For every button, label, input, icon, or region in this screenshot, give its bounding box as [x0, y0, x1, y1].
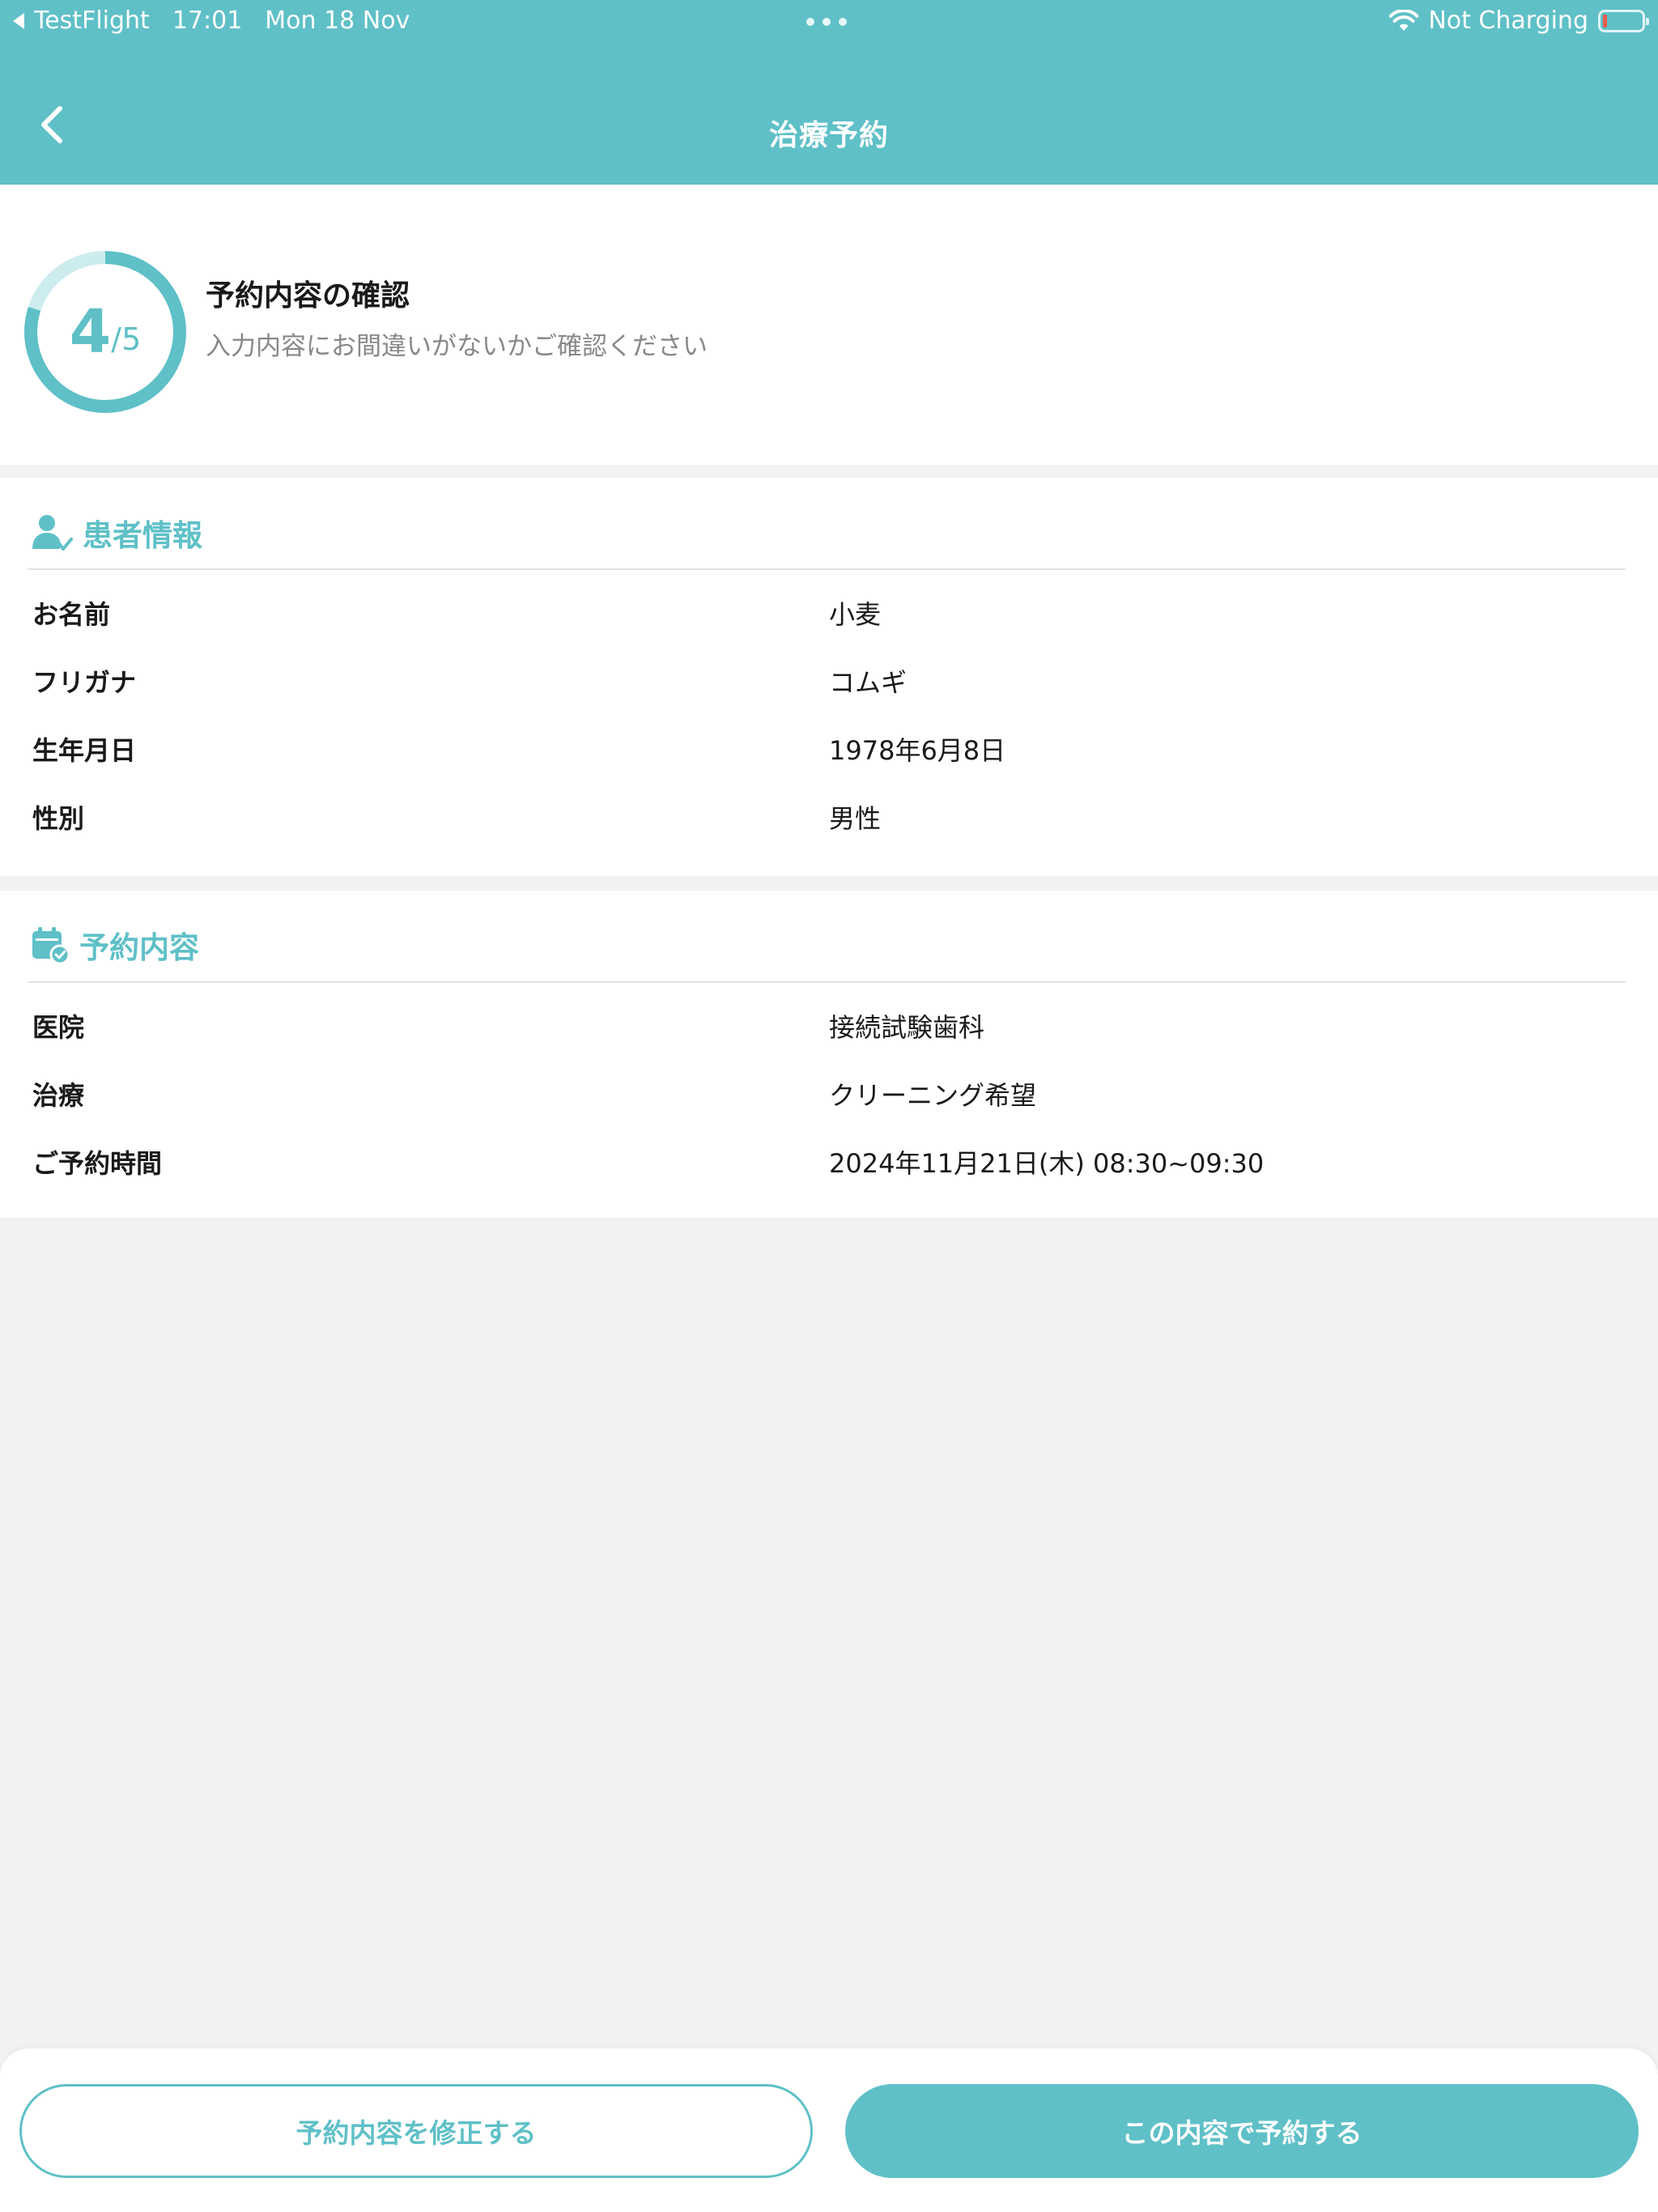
row-value: 2024年11月21日(木) 08:30~09:30 [829, 1148, 1265, 1179]
patient-info-rows: お名前 小麦 フリガナ コムギ 生年月日 1978年6月8日 性別 男性 [0, 576, 1658, 849]
footer-action-bar: 予約内容を修正する この内容で予約する [0, 2048, 1658, 2212]
back-to-app-link[interactable]: TestFlight [13, 0, 150, 42]
info-row-furigana: フリガナ コムギ [0, 644, 1658, 713]
progress-total: 5 [121, 321, 142, 357]
row-value: 接続試験歯科 [829, 1012, 985, 1043]
status-time: 17:01 [172, 6, 243, 35]
reservation-header: 予約内容 [29, 923, 199, 967]
step-title: 予約内容の確認 [206, 279, 410, 313]
reservation-card: 予約内容 医院 接続試験歯科 治療 クリーニング希望 ご予約時間 2024年11… [0, 891, 1658, 1218]
reservation-title: 予約内容 [79, 930, 199, 965]
status-date: Mon 18 Nov [265, 6, 410, 35]
reservation-rows: 医院 接続試験歯科 治療 クリーニング希望 ご予約時間 2024年11月21日(… [0, 989, 1658, 1193]
info-row-time: ご予約時間 2024年11月21日(木) 08:30~09:30 [0, 1125, 1658, 1193]
row-value: 男性 [829, 803, 882, 834]
info-row-treatment: 治療 クリーニング希望 [0, 1057, 1658, 1125]
row-label: フリガナ [32, 667, 137, 698]
patient-info-title: 患者情報 [83, 518, 202, 553]
info-row-clinic: 医院 接続試験歯科 [0, 989, 1658, 1057]
patient-info-card: 患者情報 お名前 小麦 フリガナ コムギ 生年月日 1978年6月8日 性別 男… [0, 478, 1658, 876]
patient-icon [32, 515, 73, 551]
app-header: TestFlight 17:01 Mon 18 Nov Not Charging… [0, 0, 1658, 185]
row-value: コムギ [829, 667, 908, 698]
wifi-icon [1389, 10, 1419, 31]
calendar-check-icon [32, 927, 70, 965]
page-title: 治療予約 [768, 119, 889, 152]
row-label: 性別 [32, 803, 85, 834]
status-bar: TestFlight 17:01 Mon 18 Nov Not Charging [0, 0, 1658, 42]
row-label: 生年月日 [32, 735, 137, 766]
confirm-reservation-button[interactable]: この内容で予約する [845, 2084, 1639, 2178]
back-app-label: TestFlight [34, 6, 150, 35]
back-triangle-icon [13, 13, 24, 29]
info-row-name: お名前 小麦 [0, 576, 1658, 644]
charging-status: Not Charging [1428, 6, 1588, 35]
progress-section: 4 / 5 予約内容の確認 入力内容にお間違いがないかご確認ください [0, 185, 1658, 465]
progress-slash: / [111, 321, 122, 357]
patient-info-header: 患者情報 [29, 510, 202, 555]
info-row-gender: 性別 男性 [0, 781, 1658, 849]
divider [28, 981, 1626, 983]
row-label: 医院 [32, 1012, 85, 1043]
row-label: ご予約時間 [32, 1148, 163, 1179]
battery-icon [1598, 10, 1649, 32]
multitasking-dots-icon[interactable] [806, 18, 847, 26]
progress-current: 4 [69, 297, 112, 367]
progress-ring-label: 4 / 5 [23, 249, 188, 415]
info-row-birthdate: 生年月日 1978年6月8日 [0, 713, 1658, 781]
divider [28, 568, 1626, 570]
row-value: クリーニング希望 [829, 1080, 1037, 1111]
status-right: Not Charging [1389, 0, 1649, 42]
row-value: 小麦 [829, 599, 882, 630]
edit-reservation-button[interactable]: 予約内容を修正する [19, 2084, 813, 2178]
row-label: お名前 [32, 599, 111, 630]
status-left: TestFlight 17:01 Mon 18 Nov [13, 0, 410, 42]
row-value: 1978年6月8日 [829, 735, 1006, 766]
step-description: 入力内容にお間違いがないかご確認ください [206, 332, 708, 361]
row-label: 治療 [32, 1080, 85, 1111]
